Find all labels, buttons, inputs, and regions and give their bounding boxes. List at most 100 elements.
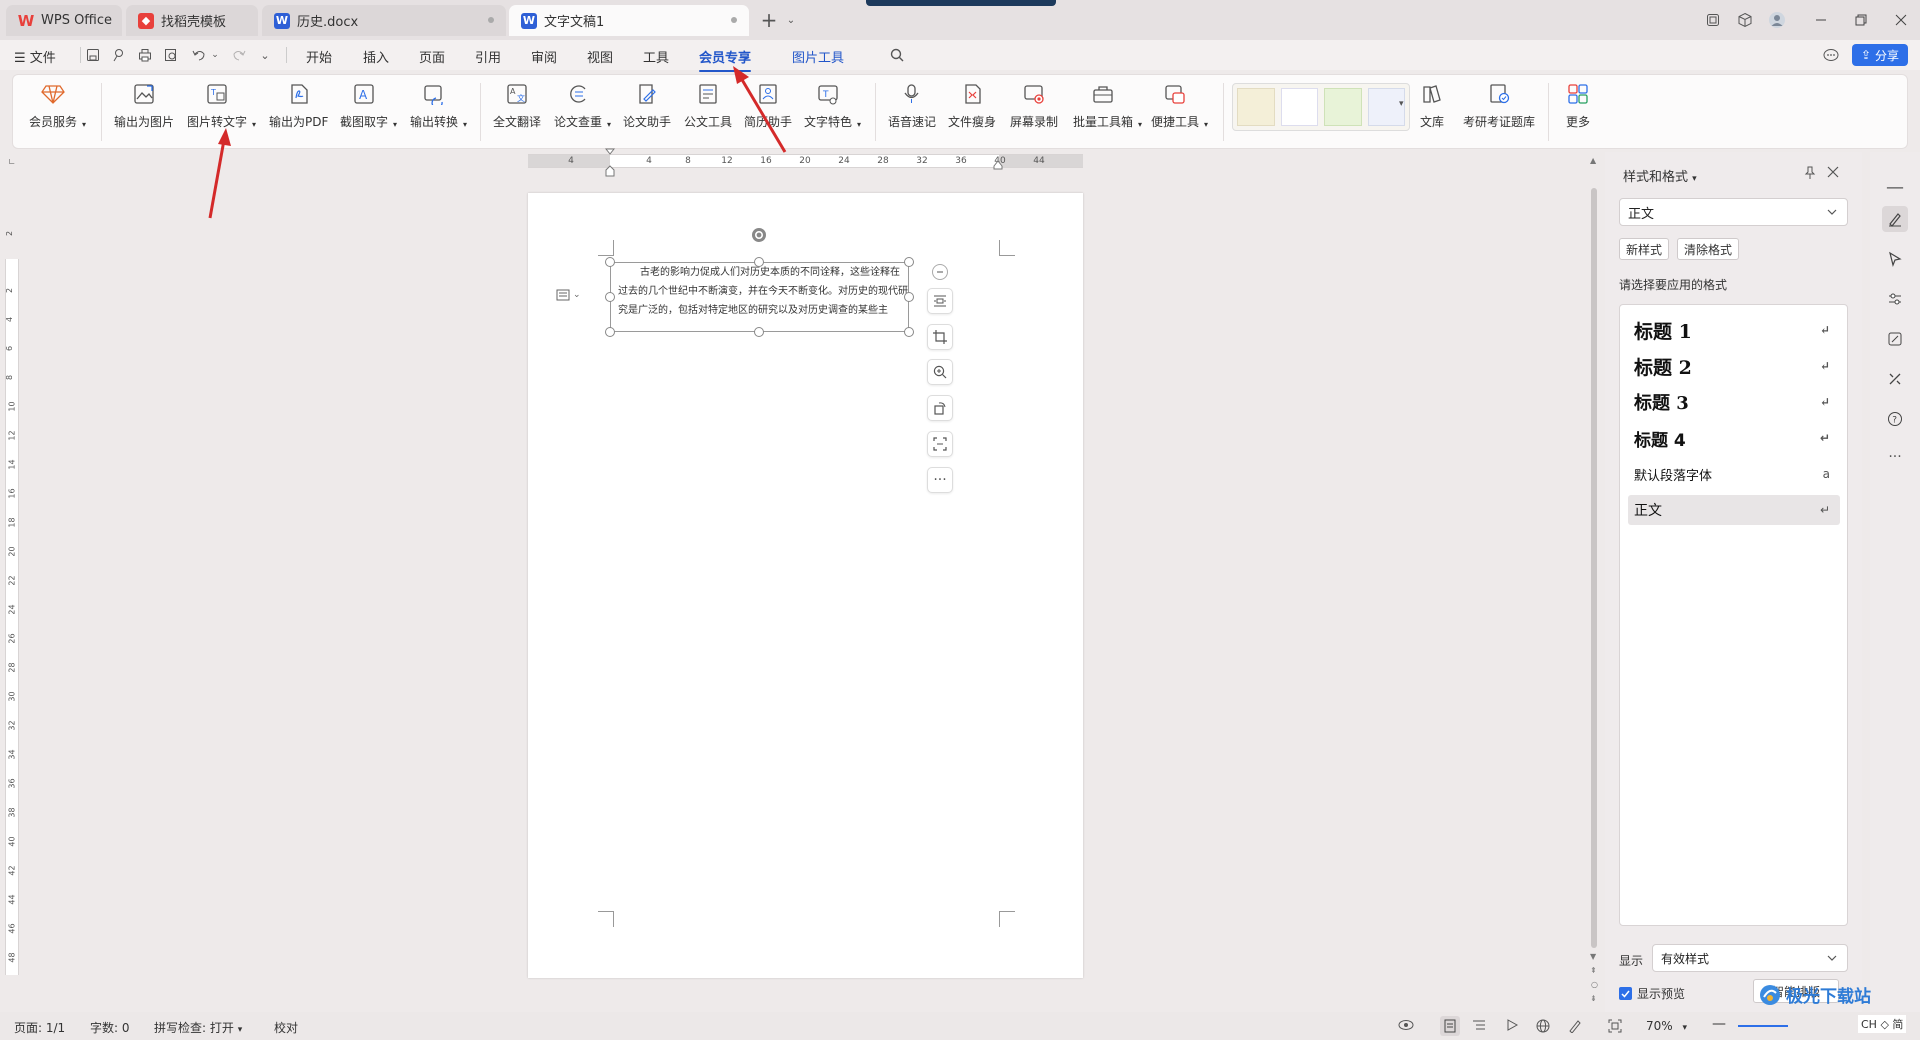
more-button[interactable]: 更多: [1565, 81, 1591, 130]
vertical-ruler[interactable]: 2 2 4 6 8 10 12 14 16 18 20 22 24 26 28 …: [5, 231, 19, 975]
word-count[interactable]: 字数: 0: [90, 1019, 130, 1036]
select-icon[interactable]: [1882, 246, 1908, 272]
show-filter-select[interactable]: 有效样式: [1652, 944, 1848, 972]
rotate-image-button[interactable]: [927, 395, 953, 421]
pane-title[interactable]: 样式和格式 ▾: [1623, 166, 1697, 185]
crop-button[interactable]: [927, 324, 953, 350]
more-image-options-button[interactable]: ···: [927, 467, 953, 493]
zoom-level[interactable]: 70% ▾: [1646, 1019, 1687, 1033]
cube-icon[interactable]: [1732, 8, 1758, 32]
more-quick-access-icon[interactable]: ⌄: [256, 46, 274, 64]
file-slim-button[interactable]: 文件瘦身: [948, 81, 996, 130]
styles-format-icon[interactable]: [1882, 206, 1908, 232]
text-features-button[interactable]: T 文字特色 ▾: [804, 81, 861, 130]
minimize-icon[interactable]: [1808, 8, 1834, 32]
template-gallery[interactable]: [1232, 83, 1410, 131]
resize-handle[interactable]: [754, 257, 764, 267]
close-pane-icon[interactable]: [1827, 166, 1839, 178]
menu-insert[interactable]: 插入: [363, 47, 389, 66]
page-dot-icon[interactable]: ○: [1591, 980, 1598, 989]
web-view-icon[interactable]: [1536, 1019, 1550, 1033]
prev-page-icon[interactable]: ⇞: [1590, 966, 1597, 975]
menu-page[interactable]: 页面: [419, 47, 445, 66]
cloud-chat-icon[interactable]: [1822, 46, 1840, 64]
resize-handle[interactable]: [904, 257, 914, 267]
print-preview-icon[interactable]: [162, 46, 180, 64]
tab-list-chevron-icon[interactable]: ⌄: [778, 8, 804, 32]
save-icon[interactable]: [84, 46, 102, 64]
collapse-bar-icon[interactable]: —: [1882, 174, 1908, 200]
pin-icon[interactable]: [1803, 166, 1817, 180]
resize-handle[interactable]: [605, 292, 615, 302]
indent-marker-icon[interactable]: [605, 148, 615, 158]
collapse-toolbar-button[interactable]: [932, 264, 948, 280]
style-heading-4[interactable]: 标题 4 ↵: [1628, 423, 1840, 453]
resize-handle[interactable]: [904, 292, 914, 302]
tab-wps-office[interactable]: W WPS Office: [6, 5, 122, 36]
image-extract-button[interactable]: [927, 431, 953, 457]
image-edit-icon[interactable]: [1882, 326, 1908, 352]
tab-close-dot-icon[interactable]: [731, 17, 737, 23]
right-indent-marker-icon[interactable]: [993, 160, 1003, 170]
style-heading-2[interactable]: 标题 2 ↵: [1628, 351, 1840, 381]
help-icon[interactable]: ?: [1882, 406, 1908, 432]
share-button[interactable]: ⇪ 分享: [1852, 44, 1908, 66]
close-icon[interactable]: [1888, 8, 1914, 32]
file-menu[interactable]: ☰ 文件: [14, 47, 56, 66]
write-mode-icon[interactable]: [1568, 1019, 1582, 1033]
print-icon[interactable]: [136, 46, 154, 64]
tab-close-dot-icon[interactable]: [488, 17, 494, 23]
library-button[interactable]: 文库: [1419, 81, 1445, 130]
tab-document-1[interactable]: W 文字文稿1: [509, 5, 749, 36]
adjust-sliders-icon[interactable]: [1882, 286, 1908, 312]
fit-page-icon[interactable]: [1608, 1019, 1622, 1033]
member-service-button[interactable]: 会员服务 ▾: [29, 81, 86, 130]
scroll-up-icon[interactable]: ▲: [1590, 156, 1596, 165]
style-heading-1[interactable]: 标题 1 ↵: [1628, 315, 1840, 345]
menu-review[interactable]: 审阅: [531, 47, 557, 66]
paper-assistant-button[interactable]: 论文助手: [623, 81, 671, 130]
layout-options-button[interactable]: ⌄: [556, 286, 586, 304]
next-page-icon[interactable]: ⇟: [1590, 994, 1597, 1003]
menu-home[interactable]: 开始: [306, 47, 332, 66]
template-thumbnail[interactable]: [1280, 88, 1318, 126]
window-layout-icon[interactable]: [1700, 8, 1726, 32]
text-wrap-layout-button[interactable]: [927, 288, 953, 314]
more-dots-icon[interactable]: ···: [1882, 444, 1908, 470]
rotate-handle-icon[interactable]: [751, 227, 767, 243]
export-pdf-button[interactable]: 输出为PDF: [269, 81, 328, 130]
tools-icon[interactable]: [1882, 366, 1908, 392]
undo-dropdown-icon[interactable]: ⌄: [206, 46, 224, 64]
scrollbar-thumb[interactable]: [1591, 188, 1597, 948]
document-scrollbar[interactable]: ▲ ▼ ⇞ ○ ⇟: [1588, 152, 1600, 1012]
zoom-image-button[interactable]: [927, 359, 953, 385]
screen-record-button[interactable]: 屏幕录制: [1010, 81, 1058, 130]
outline-view-icon[interactable]: [1472, 1019, 1486, 1031]
menu-references[interactable]: 引用: [475, 47, 501, 66]
spell-check-toggle[interactable]: 拼写检查: 打开 ▾: [154, 1019, 242, 1036]
document-page[interactable]: ⌄ 古老的影响力促成人们对历史本质的不同诠释，这些诠释在过去的几个世纪中不断演变…: [528, 193, 1083, 978]
resize-handle[interactable]: [605, 257, 615, 267]
export-image-button[interactable]: 输出为图片: [114, 81, 174, 130]
search-icon[interactable]: [888, 46, 906, 64]
resize-handle[interactable]: [605, 327, 615, 337]
batch-toolbox-button[interactable]: 批量工具箱 ▾: [1073, 81, 1142, 130]
output-convert-button[interactable]: 输出转换 ▾: [410, 81, 467, 130]
play-icon[interactable]: [1506, 1019, 1518, 1031]
screenshot-ocr-button[interactable]: A 截图取字 ▾: [340, 81, 397, 130]
proofread-button[interactable]: 校对: [274, 1019, 298, 1036]
menu-picture-tools[interactable]: 图片工具: [792, 47, 844, 66]
tab-docer[interactable]: ◆ 找稻壳模板: [126, 5, 258, 36]
template-thumbnail[interactable]: [1324, 88, 1362, 126]
user-avatar[interactable]: [1764, 8, 1790, 32]
menu-view[interactable]: 视图: [587, 47, 613, 66]
resize-handle[interactable]: [904, 327, 914, 337]
eye-protection-icon[interactable]: [1398, 1019, 1414, 1031]
convenient-tools-button[interactable]: 便捷工具 ▾: [1151, 81, 1208, 130]
current-style-select[interactable]: 正文: [1619, 198, 1848, 226]
scroll-down-icon[interactable]: ▼: [1590, 952, 1596, 961]
style-normal[interactable]: 正文 ↵: [1628, 495, 1840, 525]
template-thumbnail[interactable]: [1237, 88, 1275, 126]
show-preview-checkbox[interactable]: 显示预览: [1619, 985, 1685, 1002]
zoom-slider[interactable]: [1738, 1025, 1788, 1027]
